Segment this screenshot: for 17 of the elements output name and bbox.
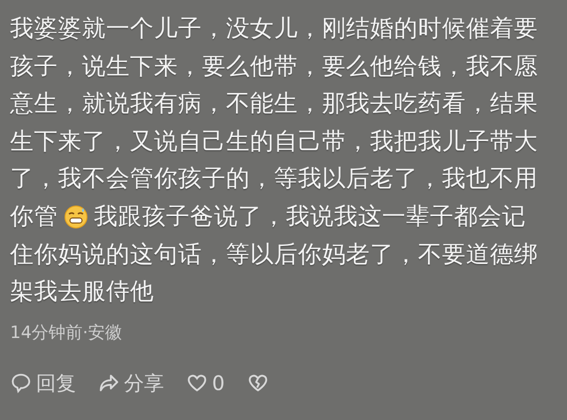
reply-button[interactable]: 回复 [10, 370, 76, 397]
arrow-icon [98, 372, 120, 394]
comment-text: 我婆婆就一个儿子，没女儿，刚结婚的时候催着要 [10, 13, 538, 44]
share-button[interactable]: 分享 [98, 370, 164, 397]
like-button[interactable]: 0 [186, 371, 225, 396]
comment-text: 意生，就说我有病，不能生，那我去吃药看，结果 [10, 88, 538, 120]
comment-meta: 14分钟前·安徽 [10, 322, 124, 344]
speech-bubble-icon [10, 372, 32, 394]
grinning-sweat-emoji-icon [64, 204, 88, 229]
comment-text: 生下来了，又说自己生的自己带，我把我儿子带大 [10, 126, 538, 157]
comment-text: 你管 [10, 200, 58, 232]
comment-text: 住你妈说的这句话，等以后你妈老了，不要道德绑 [10, 238, 538, 270]
comment-text: 我跟孩子爸说了，我说我这一辈子都会记 [94, 200, 526, 232]
comment-text: 了，我不会管你孩子的，等我以后老了，我也不用 [10, 163, 538, 194]
comment-text: 架我去服侍他 [10, 276, 154, 308]
comment-text: 孩子，说生下来，要么他带，要么他给钱，我不愿 [10, 50, 538, 82]
heart-icon [186, 372, 208, 394]
